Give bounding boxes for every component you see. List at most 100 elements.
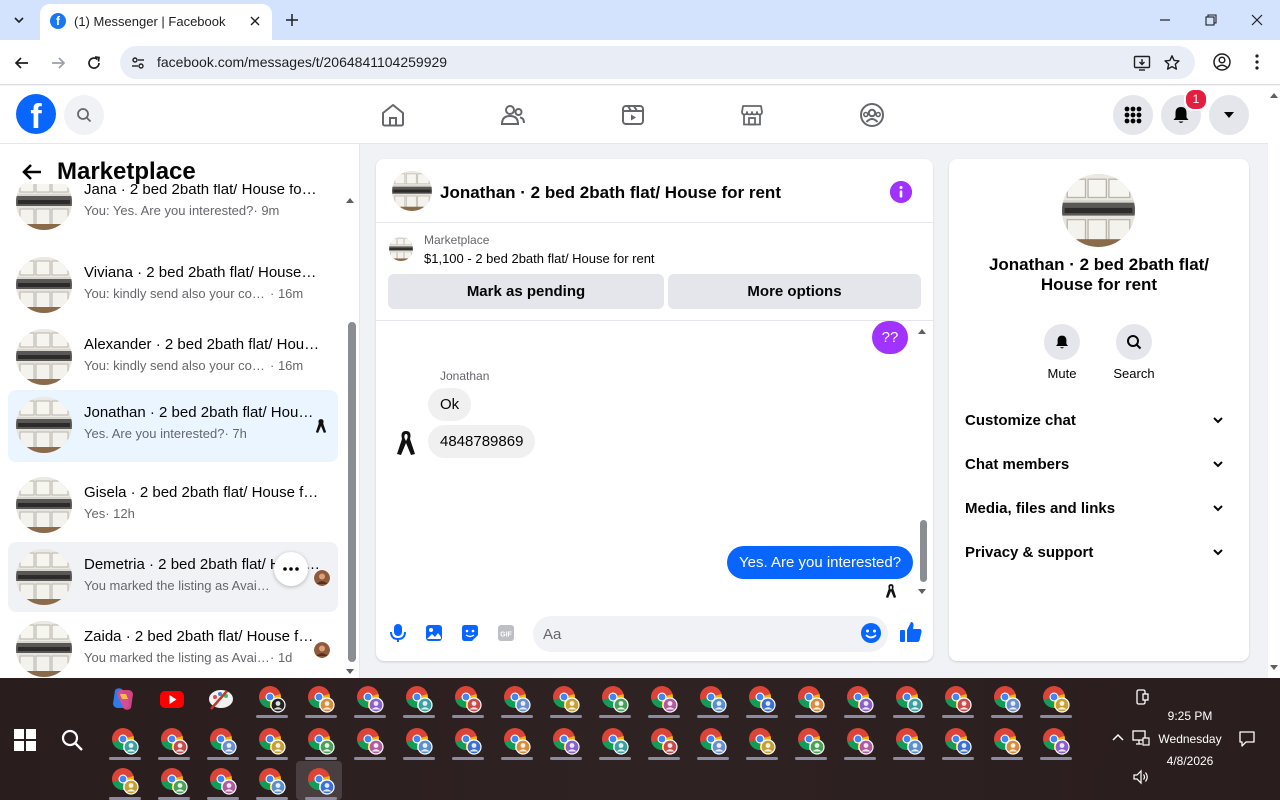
back-to-chats-button[interactable]	[18, 158, 46, 186]
customize-chat-section[interactable]: Customize chat	[957, 399, 1241, 443]
conversation-list-scroll-thumb[interactable]	[348, 322, 356, 662]
chrome-window-icon[interactable]	[454, 727, 482, 755]
sticker-button[interactable]	[459, 622, 481, 644]
groups-nav-button[interactable]	[852, 95, 892, 135]
media-files-links-section[interactable]: Media, files and links	[957, 487, 1241, 531]
tab-close-button[interactable]	[246, 12, 264, 30]
bookmark-button[interactable]	[1161, 52, 1183, 74]
conversation-item[interactable]: Jana · 2 bed 2bath flat/ House for rent Y…	[8, 184, 338, 237]
chat-title[interactable]: Jonathan · 2 bed 2bath flat/ House for r…	[440, 183, 781, 203]
chrome-window-icon[interactable]	[650, 685, 678, 713]
site-info-button[interactable]	[128, 53, 148, 73]
privacy-support-section[interactable]: Privacy & support	[957, 531, 1241, 575]
address-bar[interactable]: facebook.com/messages/t/2064841104259929	[120, 46, 1195, 79]
chrome-window-icon[interactable]	[160, 727, 188, 755]
clock-time[interactable]: 9:25 PM	[1150, 709, 1230, 723]
chrome-window-icon[interactable]	[1042, 685, 1070, 713]
chrome-window-icon[interactable]	[601, 727, 629, 755]
paint-app-icon[interactable]	[207, 685, 235, 713]
chrome-window-icon[interactable]	[993, 685, 1021, 713]
youtube-app-icon[interactable]	[158, 685, 186, 713]
chrome-window-icon[interactable]	[111, 727, 139, 755]
minimize-button[interactable]	[1142, 6, 1188, 34]
reload-button[interactable]	[81, 50, 107, 76]
start-button[interactable]	[14, 729, 36, 751]
message-bubble-incoming[interactable]: 4848789869	[428, 425, 536, 458]
message-bubble-incoming[interactable]: Ok	[428, 388, 472, 421]
send-like-button[interactable]	[899, 620, 923, 644]
chat-avatar[interactable]	[392, 171, 432, 211]
chrome-window-icon[interactable]	[160, 767, 188, 795]
search-in-conversation-button[interactable]: Search	[1104, 324, 1164, 381]
conversation-item[interactable]: Gisela · 2 bed 2bath flat/ House for ren…	[8, 470, 338, 540]
browser-menu-button[interactable]	[1247, 50, 1267, 74]
notification-center-button[interactable]	[1238, 730, 1256, 748]
conversation-item[interactable]: Jonathan · 2 bed 2bath flat/ House for r…	[8, 390, 338, 462]
message-thread-scroll-thumb[interactable]	[920, 520, 927, 582]
chrome-window-icon[interactable]	[993, 727, 1021, 755]
chrome-window-icon[interactable]	[209, 727, 237, 755]
menu-grid-button[interactable]	[1113, 95, 1153, 135]
marketplace-nav-button[interactable]	[732, 95, 772, 135]
chrome-window-icon[interactable]	[258, 767, 286, 795]
message-input[interactable]	[533, 616, 888, 652]
chrome-window-icon[interactable]	[846, 685, 874, 713]
account-menu-button[interactable]	[1209, 95, 1249, 135]
volume-icon[interactable]	[1132, 769, 1150, 787]
install-app-button[interactable]	[1131, 52, 1153, 74]
chrome-window-icon[interactable]	[1042, 727, 1070, 755]
chrome-window-icon[interactable]	[797, 685, 825, 713]
show-hidden-icons-button[interactable]	[1110, 730, 1128, 748]
chrome-window-icon[interactable]	[797, 727, 825, 755]
new-tab-button[interactable]	[280, 8, 304, 32]
chrome-window-icon[interactable]	[111, 767, 139, 795]
taskbar-search-button[interactable]	[60, 728, 84, 752]
home-nav-button[interactable]	[373, 95, 413, 135]
chrome-window-icon[interactable]	[503, 685, 531, 713]
facebook-search-button[interactable]	[64, 95, 104, 135]
chrome-window-icon[interactable]	[748, 727, 776, 755]
chrome-window-icon[interactable]	[552, 727, 580, 755]
chrome-window-icon[interactable]	[650, 727, 678, 755]
back-button[interactable]	[9, 50, 35, 76]
info-avatar[interactable]	[1062, 174, 1135, 247]
chrome-window-icon[interactable]	[405, 685, 433, 713]
chrome-window-icon[interactable]	[944, 685, 972, 713]
more-options-button[interactable]: More options	[668, 274, 921, 309]
network-icon[interactable]	[1132, 730, 1150, 748]
chrome-window-icon[interactable]	[209, 767, 237, 795]
browser-tab[interactable]: f (1) Messenger | Facebook	[40, 4, 272, 40]
chrome-window-icon[interactable]	[552, 685, 580, 713]
restore-button[interactable]	[1188, 6, 1234, 34]
clock-date[interactable]: 4/8/2026	[1150, 754, 1230, 768]
chrome-window-icon[interactable]	[846, 727, 874, 755]
chrome-window-icon[interactable]	[258, 685, 286, 713]
message-bubble-outgoing[interactable]: Yes. Are you interested?	[727, 546, 914, 579]
chrome-window-icon[interactable]	[895, 685, 923, 713]
friends-nav-button[interactable]	[493, 95, 533, 135]
chrome-window-icon[interactable]	[356, 685, 384, 713]
chrome-window-icon[interactable]	[307, 727, 335, 755]
mute-button[interactable]: Mute	[1032, 324, 1092, 381]
copilot-app-icon[interactable]	[109, 685, 137, 713]
conversation-item[interactable]: Viviana · 2 bed 2bath flat/ House for re…	[8, 250, 338, 320]
chrome-window-icon[interactable]	[748, 685, 776, 713]
listing-thumbnail[interactable]	[389, 237, 413, 261]
chrome-window-icon[interactable]	[307, 767, 335, 795]
conversation-item[interactable]: Alexander · 2 bed 2bath flat/ House for …	[8, 322, 338, 392]
conversation-info-button[interactable]	[890, 181, 912, 203]
message-bubble-outgoing[interactable]: ??	[872, 321, 908, 354]
page-scrollbar[interactable]	[1268, 86, 1280, 678]
tray-device-icon[interactable]	[1134, 688, 1152, 706]
chat-members-section[interactable]: Chat members	[957, 443, 1241, 487]
gif-button[interactable]: GIF	[495, 622, 517, 644]
facebook-logo-icon[interactable]: f	[16, 94, 56, 134]
emoji-button[interactable]	[860, 622, 882, 644]
attach-photo-button[interactable]	[423, 622, 445, 644]
forward-button[interactable]	[45, 50, 71, 76]
listing-price[interactable]: $1,100 - 2 bed 2bath flat/ House for ren…	[424, 251, 655, 266]
chrome-window-icon[interactable]	[895, 727, 923, 755]
clock-day[interactable]: Wednesday	[1150, 732, 1230, 746]
profile-button[interactable]	[1210, 50, 1234, 74]
close-window-button[interactable]	[1234, 6, 1280, 34]
